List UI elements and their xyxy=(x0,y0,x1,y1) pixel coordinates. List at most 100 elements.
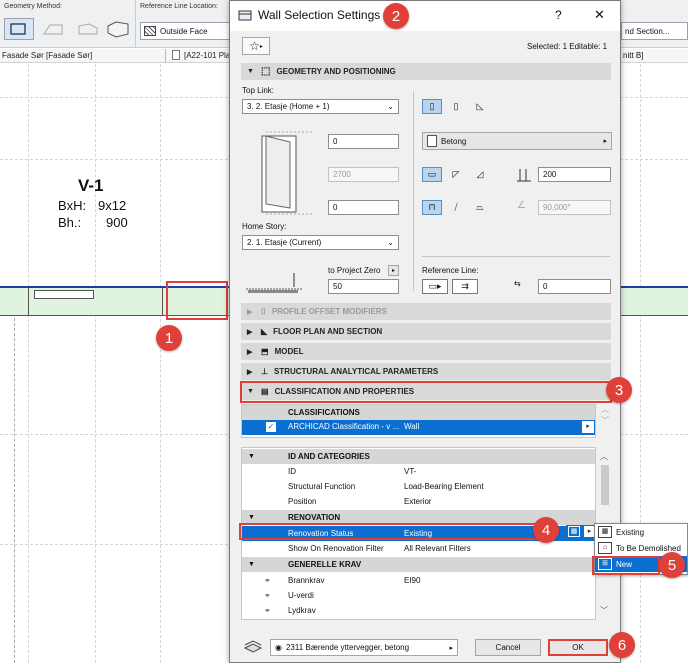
property-row[interactable]: ID VT- xyxy=(288,464,588,479)
selected-wall-highlight xyxy=(166,281,228,320)
collapse-triangle-icon: ▼ xyxy=(248,453,255,460)
polygon-wall-geometry-button[interactable] xyxy=(74,20,102,40)
property-row[interactable]: ⚭ Lydkrav xyxy=(264,603,584,618)
checkbox-checked-icon[interactable]: ✓ xyxy=(266,422,276,432)
structural-section-header[interactable]: ▶ ⊥ STRUCTURAL ANALYTICAL PARAMETERS xyxy=(241,363,611,380)
to-project-zero-arrow-button[interactable]: ▸ xyxy=(388,265,399,276)
property-name: Lydkrav xyxy=(288,606,316,615)
trapezoid-wall-geometry-button[interactable] xyxy=(40,20,68,40)
geometry-section-header[interactable]: ▼ ⬚ GEOMETRY AND POSITIONING xyxy=(241,63,611,80)
model-icon: ⬒ xyxy=(261,347,269,356)
link-icon: ⚭ xyxy=(264,576,271,585)
thickness-field[interactable]: 200 xyxy=(538,167,611,182)
reference-offset-icon: ⇆ xyxy=(514,279,521,288)
floor-plan-section-header[interactable]: ▶ ◣ FLOOR PLAN AND SECTION xyxy=(241,323,611,340)
bottom-offset-field[interactable]: 0 xyxy=(328,200,399,215)
reference-line-flip-button[interactable]: ⇉ xyxy=(452,279,478,294)
floor-plan-icon: ◣ xyxy=(261,327,268,336)
wall-structure-basic-button[interactable]: ▯ xyxy=(422,99,442,114)
chevron-right-icon[interactable]: ▸ xyxy=(582,421,594,433)
scroll-up-icon[interactable]: ︿ xyxy=(600,451,608,462)
wall-slanted-button[interactable]: ⧸ xyxy=(446,200,466,215)
wall-body-right[interactable] xyxy=(621,288,688,316)
general-requirements-header[interactable]: ▼ GENERELLE KRAV xyxy=(242,557,595,572)
top-link-dropdown[interactable]: 3. 2. Etasje (Home + 1) ⌄ xyxy=(242,99,399,114)
expand-triangle-icon: ▶ xyxy=(247,328,253,336)
link-icon: ⚭ xyxy=(264,591,271,600)
geometry-divider xyxy=(413,91,414,291)
property-name: ID xyxy=(288,467,296,476)
property-row[interactable]: ⚭ U-verdi xyxy=(264,588,584,603)
existing-icon: ▦ xyxy=(598,526,612,538)
wall-label-bxh-key: BxH: xyxy=(58,198,87,213)
ok-button[interactable]: OK xyxy=(548,639,608,656)
dialog-titlebar[interactable]: Wall Selection Settings ? ✕ xyxy=(230,1,620,31)
property-row[interactable]: Position Exterior xyxy=(288,494,588,509)
tool-layers-icon xyxy=(243,639,263,653)
model-section-header[interactable]: ▶ ⬒ MODEL xyxy=(241,343,611,360)
tab-plan[interactable]: [A22-101 Pla xyxy=(184,51,230,60)
property-value: Load-Bearing Element xyxy=(404,482,484,491)
building-material-dropdown[interactable]: Betong ▸ xyxy=(422,132,612,150)
property-name: Structural Function xyxy=(288,482,356,491)
property-value: Exterior xyxy=(404,497,432,506)
wall-label-title: V-1 xyxy=(78,176,104,195)
tab-section-right[interactable]: nitt B] xyxy=(623,51,643,60)
wall-shape-straight-button[interactable]: ▭ xyxy=(422,167,442,182)
reference-offset-field[interactable]: 0 xyxy=(538,279,611,294)
scroll-thumb[interactable] xyxy=(601,465,609,505)
id-categories-header[interactable]: ▼ ID AND CATEGORIES xyxy=(242,449,595,464)
collapse-triangle-icon: ▼ xyxy=(248,561,255,568)
reference-line-position-button[interactable]: ▭▸ xyxy=(422,279,448,294)
section-dropdown[interactable]: nd Section... xyxy=(621,22,688,40)
wall-double-slanted-button[interactable]: ⏢ xyxy=(470,200,490,215)
close-button[interactable]: ✕ xyxy=(594,7,605,23)
classification-highlight xyxy=(240,381,612,403)
menu-item-label: Existing xyxy=(616,527,645,537)
annotation-badge-2: 2 xyxy=(383,3,409,29)
reference-line-dropdown[interactable]: Outside Face xyxy=(140,22,230,40)
home-story-dropdown[interactable]: 2. 1. Etasje (Current) ⌄ xyxy=(242,235,399,250)
eye-icon: ◉ xyxy=(275,643,282,652)
reference-line-location-label: Reference Line Location: xyxy=(140,3,218,10)
wall-selection-settings-dialog: Wall Selection Settings ? ✕ ☆ ▸ Selected:… xyxy=(229,0,621,663)
scroll-down-icon[interactable]: ﹀ xyxy=(600,605,608,616)
profile-offset-section-header: ▶ ⌷ PROFILE OFFSET MODIFIERS xyxy=(241,303,611,320)
new-item-highlight xyxy=(592,556,660,575)
chevron-right-icon: ▸ xyxy=(449,644,453,652)
renovation-filter-row[interactable]: Show On Renovation Filter All Relevant F… xyxy=(288,541,588,556)
top-offset-field[interactable]: 0 xyxy=(328,134,399,149)
cancel-button[interactable]: Cancel xyxy=(475,639,541,656)
help-button[interactable]: ? xyxy=(555,8,562,22)
layer-dropdown[interactable]: ◉ 2311 Bærende yttervegger, betong ▸ xyxy=(270,639,458,656)
menu-item-existing[interactable]: ▦ Existing xyxy=(595,524,687,540)
property-row[interactable]: Structural Function Load-Bearing Element xyxy=(288,479,588,494)
wall-vertical-button[interactable]: ⊓ xyxy=(422,200,442,215)
reference-line-label: Reference Line: xyxy=(422,266,479,275)
angle-field[interactable]: 90,000° xyxy=(538,200,611,215)
property-row[interactable]: ⚭ Brannkrav EI90 xyxy=(264,573,584,588)
material-icon xyxy=(427,135,437,147)
to-project-zero-field[interactable]: 50 xyxy=(328,279,399,294)
collapse-triangle-icon: ▼ xyxy=(248,514,255,521)
wall-shape-slanted-button[interactable]: ◸ xyxy=(446,167,466,182)
demolish-icon: ⌂ xyxy=(598,542,612,554)
wall-height-field[interactable]: 2700 xyxy=(328,167,399,182)
expand-triangle-icon: ▶ xyxy=(247,368,253,376)
home-story-label: Home Story: xyxy=(242,222,287,231)
tab-fasade-sor[interactable]: Fasade Sør [Fasade Sør] xyxy=(2,51,92,60)
wall-structure-composite-button[interactable]: ▯ xyxy=(446,99,466,114)
favorites-button[interactable]: ☆ ▸ xyxy=(242,37,270,55)
classification-row[interactable]: ✓ ARCHICAD Classification - v ... Wall ▸ xyxy=(242,420,595,435)
structural-section-title: STRUCTURAL ANALYTICAL PARAMETERS xyxy=(273,367,439,376)
property-value: EI90 xyxy=(404,576,421,585)
wall-shape-trapezoid-button[interactable]: ◿ xyxy=(470,167,490,182)
thickness-icon xyxy=(517,167,531,183)
wall-structure-profile-button[interactable]: ◺ xyxy=(470,99,490,114)
property-value: VT- xyxy=(404,467,417,476)
classifications-scrollbar[interactable]: ︿ ﹀ xyxy=(598,404,612,438)
selected-info: Selected: 1 Editable: 1 xyxy=(527,42,608,51)
wall-tool-icon xyxy=(238,8,252,22)
star-icon: ☆ xyxy=(249,39,260,53)
straight-wall-geometry-button[interactable] xyxy=(4,18,34,40)
